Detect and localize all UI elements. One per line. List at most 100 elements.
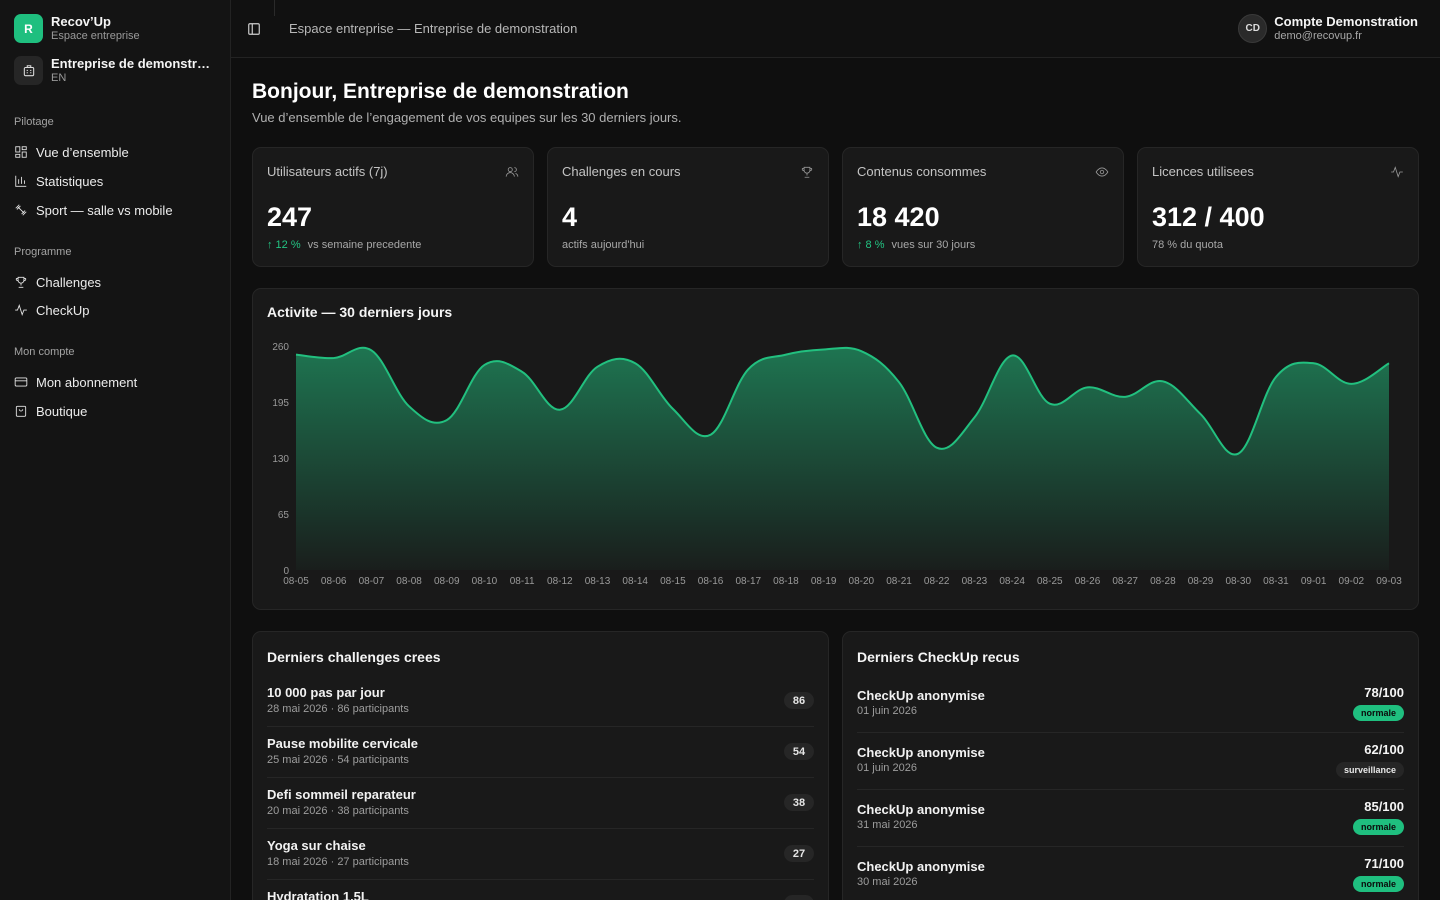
sidebar-item-checkup[interactable]: CheckUp (14, 301, 89, 319)
brand-name: Recov’Up (51, 14, 111, 29)
x-tick-label: 08-11 (510, 576, 535, 587)
data-point-08-27[interactable] (1119, 391, 1131, 403)
x-tick-label: 08-07 (359, 576, 385, 587)
x-tick-label: 08-06 (321, 576, 347, 587)
x-tick-label: 08-16 (698, 576, 724, 587)
organization-switcher[interactable]: Entreprise de demonstration EN (14, 56, 218, 85)
shop-bag-icon (15, 405, 27, 417)
challenge-row[interactable]: 10 000 pas par jour 28 mai 2026 · 86 par… (267, 685, 814, 727)
sidebar-item-statistics[interactable]: Statistiques (14, 172, 103, 190)
account-email: demo@recovup.fr (1274, 30, 1362, 42)
account-menu[interactable]: CD Compte Demonstration demo@recovup.fr (1238, 14, 1418, 43)
checkup-row[interactable]: CheckUp anonymise 01 juin 2026 62/100 su… (857, 742, 1404, 790)
data-point-08-13[interactable] (592, 361, 604, 373)
checkup-name: CheckUp anonymise (857, 688, 985, 703)
participants-badge: 54 (784, 743, 814, 760)
checkup-row[interactable]: CheckUp anonymise 01 juin 2026 78/100 no… (857, 685, 1404, 733)
challenge-row[interactable]: Yoga sur chaise 18 mai 2026 · 27 partici… (267, 838, 814, 880)
topbar: Espace entreprise — Entreprise de demons… (231, 0, 1440, 58)
sidebar-item-challenges[interactable]: Challenges (14, 273, 101, 291)
checkup-name: CheckUp anonymise (857, 802, 985, 817)
x-tick-label: 08-18 (773, 576, 799, 587)
data-point-08-07[interactable] (365, 344, 377, 356)
page-title: Bonjour, Entreprise de demonstration (252, 80, 629, 103)
x-tick-label: 08-05 (283, 576, 309, 587)
data-point-09-02[interactable] (1345, 378, 1357, 390)
challenge-row[interactable]: Hydratation 1.5L (267, 889, 814, 900)
challenge-name: Yoga sur chaise (267, 838, 366, 853)
sidebar-item-subscription[interactable]: Mon abonnement (14, 373, 137, 391)
kpi-delta: ↑ 12 % (267, 239, 301, 251)
kpi-card-active-users: Utilisateurs actifs (7j) 247 ↑ 12 % vs se… (252, 147, 534, 267)
activity-icon (1391, 166, 1403, 178)
kpi-caption: vs semaine precedente (307, 239, 422, 251)
building-icon (14, 56, 43, 85)
nav-section-programme: Programme (14, 246, 72, 258)
data-point-08-19[interactable] (818, 343, 830, 355)
status-badge: normale (1352, 819, 1404, 835)
breadcrumb: Espace entreprise — Entreprise de demons… (289, 21, 578, 36)
data-point-08-12[interactable] (554, 404, 566, 416)
kpi-title: Licences utilisees (1152, 164, 1254, 179)
checkup-row[interactable]: CheckUp anonymise 31 mai 2026 85/100 nor… (857, 799, 1404, 847)
activity-chart-card: Activite — 30 derniers jours 0 65 130 195 26… (252, 288, 1419, 610)
x-tick-label: 08-12 (547, 576, 573, 587)
sidebar-item-label: Mon abonnement (36, 374, 138, 390)
data-point-08-06[interactable] (328, 352, 340, 364)
data-point-08-11[interactable] (516, 366, 528, 378)
data-point-08-09[interactable] (441, 414, 453, 426)
data-point-08-23[interactable] (968, 412, 980, 424)
kpi-card-challenges: Challenges en cours 4 actifs aujourd'hui (547, 147, 829, 267)
data-point-08-05[interactable] (290, 349, 302, 361)
challenge-row[interactable]: Defi sommeil reparateur 20 mai 2026 · 38… (267, 787, 814, 829)
eye-icon (1095, 167, 1109, 177)
nav-section-account: Mon compte (14, 346, 75, 358)
topbar-divider (274, 0, 275, 16)
checkup-row[interactable]: CheckUp anonymise 30 mai 2026 71/100 nor… (857, 856, 1404, 900)
data-point-08-24[interactable] (1006, 349, 1018, 361)
checkups-title: Derniers CheckUp recus (857, 649, 1020, 665)
challenge-row[interactable]: Pause mobilite cervicale 25 mai 2026 · 5… (267, 736, 814, 778)
sidebar-item-shop[interactable]: Boutique (14, 402, 87, 420)
x-tick-label: 08-10 (472, 576, 498, 587)
data-point-08-16[interactable] (705, 429, 717, 441)
pulse-icon (15, 303, 27, 317)
account-name: Compte Demonstration (1274, 14, 1418, 29)
brand[interactable]: R Recov’Up Espace entreprise (14, 14, 140, 43)
data-point-08-28[interactable] (1157, 375, 1169, 387)
challenges-card: Derniers challenges crees 10 000 pas par… (252, 631, 829, 900)
data-point-08-29[interactable] (1195, 408, 1207, 420)
data-point-08-26[interactable] (1081, 381, 1093, 393)
data-point-09-01[interactable] (1308, 357, 1320, 369)
kpi-caption: vues sur 30 jours (891, 239, 976, 251)
data-point-08-10[interactable] (478, 359, 490, 371)
credit-card-icon (14, 377, 28, 387)
dumbbell-icon (15, 204, 27, 216)
sidebar-item-label: Challenges (36, 274, 102, 290)
data-point-08-17[interactable] (742, 363, 754, 375)
kpi-value: 312 / 400 (1152, 202, 1265, 232)
x-tick-label: 08-13 (585, 576, 611, 587)
activity-area (296, 347, 1389, 570)
data-point-08-20[interactable] (855, 345, 867, 357)
data-point-08-15[interactable] (667, 403, 679, 415)
y-tick-label: 260 (272, 342, 289, 353)
data-point-08-22[interactable] (931, 442, 943, 454)
data-point-08-08[interactable] (403, 400, 415, 412)
y-tick-label: 130 (272, 454, 289, 465)
x-tick-label: 08-08 (396, 576, 422, 587)
data-point-08-25[interactable] (1044, 398, 1056, 410)
kpi-footer: 78 % du quota (1152, 239, 1223, 251)
data-point-08-30[interactable] (1232, 448, 1244, 460)
sidebar-item-overview[interactable]: Vue d’ensemble (14, 143, 129, 161)
data-point-08-31[interactable] (1270, 371, 1282, 383)
sidebar-item-sport[interactable]: Sport — salle vs mobile (14, 201, 173, 219)
data-point-08-14[interactable] (629, 357, 641, 369)
sidebar-toggle-icon[interactable] (247, 22, 261, 36)
sidebar-item-label: Vue d’ensemble (36, 144, 129, 160)
sidebar-item-label: Statistiques (36, 173, 104, 189)
data-point-08-21[interactable] (893, 376, 905, 388)
data-point-08-18[interactable] (780, 349, 792, 361)
data-point-09-03[interactable] (1383, 357, 1395, 369)
x-tick-label: 08-15 (660, 576, 686, 587)
